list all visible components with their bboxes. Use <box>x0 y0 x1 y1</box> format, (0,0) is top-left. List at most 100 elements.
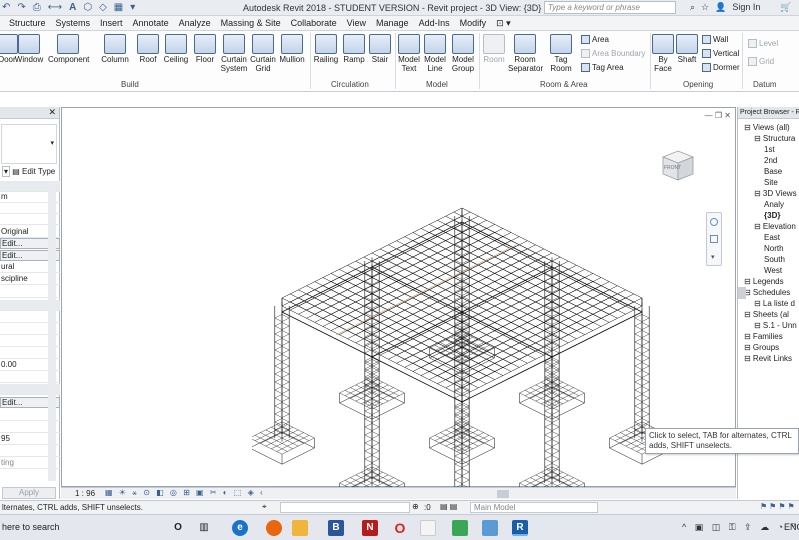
ramp-button[interactable]: Ramp <box>342 34 366 64</box>
binoculars-icon[interactable]: ⌕ <box>690 2 695 13</box>
tab-view[interactable]: View <box>342 16 371 30</box>
tab-systems[interactable]: Systems <box>51 16 96 30</box>
room-separator-button[interactable]: Room Separator <box>508 34 543 73</box>
sign-in-link[interactable]: Sign In <box>732 2 760 13</box>
tab-massing-site[interactable]: Massing & Site <box>216 16 286 30</box>
design-options-icon[interactable]: ▤ ▤ <box>440 502 457 511</box>
filter-dropdown[interactable]: ▾ <box>2 166 11 177</box>
browser-item[interactable]: ⊟ Structura <box>754 134 795 143</box>
help-search-input[interactable]: Type a keyword or phrase <box>544 1 676 14</box>
cortana-icon[interactable]: O <box>170 520 186 536</box>
browser-item[interactable]: ⊟ Families <box>744 332 783 341</box>
wall-opening-button[interactable]: Wall <box>702 35 728 44</box>
cart-icon[interactable]: 🛒 <box>780 2 791 13</box>
properties-scrollbar[interactable] <box>48 181 56 481</box>
edit-type-button[interactable]: Edit Type <box>22 167 55 176</box>
stair-button[interactable]: Stair <box>368 34 392 64</box>
minimize-icon[interactable]: — <box>705 111 713 120</box>
user-icon[interactable]: 👤 <box>715 2 726 13</box>
vertical-opening-button[interactable]: Vertical <box>702 49 739 58</box>
browser-item[interactable]: ⊟ Groups <box>744 343 779 352</box>
print-icon[interactable]: ⎙ <box>33 2 41 13</box>
horizontal-scrollbar[interactable] <box>497 490 509 498</box>
apply-button[interactable]: Apply <box>2 487 56 499</box>
steering-wheel-icon[interactable] <box>710 218 718 226</box>
file-explorer-icon[interactable] <box>292 520 308 536</box>
level-button[interactable]: Level <box>748 39 778 48</box>
browser-item[interactable]: Site <box>764 178 778 187</box>
tab-analyze[interactable]: Analyze <box>174 16 216 30</box>
room-button[interactable]: Room <box>481 34 507 64</box>
firefox-icon[interactable] <box>266 520 282 536</box>
restore-icon[interactable]: ❐ <box>715 111 722 120</box>
zoom-icon[interactable] <box>710 235 718 243</box>
railing-button[interactable]: Railing <box>312 34 340 64</box>
3d-view-icon[interactable]: ⬡ <box>83 2 92 13</box>
model-line-button[interactable]: Model Line <box>423 34 447 73</box>
design-option-selector[interactable]: Main Model <box>470 502 598 513</box>
mullion-button[interactable]: Mullion <box>277 34 307 64</box>
tag-room-button[interactable]: Tag Room <box>548 34 574 73</box>
curtain-grid-button[interactable]: Curtain Grid <box>250 34 276 73</box>
app-icon[interactable] <box>482 520 498 536</box>
photos-icon[interactable] <box>452 520 468 536</box>
text-icon[interactable]: A <box>69 2 76 13</box>
tab-structure[interactable]: Structure <box>4 16 51 30</box>
browser-item[interactable]: ⊟ Views (all) <box>744 123 790 132</box>
tag-area-button[interactable]: Tag Area <box>581 63 624 72</box>
area-boundary-button[interactable]: Area Boundary <box>581 49 645 58</box>
browser-item[interactable]: 2nd <box>764 156 777 165</box>
browser-item[interactable]: ⊟ Legends <box>744 277 784 286</box>
view-control-icons[interactable]: ▦ ☀ ⚹ ⊙ ◧ ◎ ⊞ ▣ ✂ ◐ ⬚ ◈ ‹ <box>105 488 265 498</box>
language-indicator[interactable]: ENG <box>784 522 799 532</box>
ceiling-button[interactable]: Ceiling <box>162 34 190 64</box>
tab-collaborate[interactable]: Collaborate <box>286 16 342 30</box>
browser-scrollbar[interactable] <box>738 287 746 299</box>
measure-icon[interactable]: ⟷ <box>48 2 62 13</box>
model-group-button[interactable]: Model Group <box>449 34 477 73</box>
rebar-structure-3d-model[interactable] <box>252 168 672 488</box>
column-button[interactable]: Column <box>100 34 130 64</box>
window-switch-icon[interactable]: ▦ <box>114 2 123 13</box>
tab-annotate[interactable]: Annotate <box>128 16 174 30</box>
browser-item[interactable]: ⊟ 3D Views <box>754 189 797 198</box>
area-button[interactable]: Area <box>581 35 609 44</box>
shaft-button[interactable]: Shaft <box>676 34 698 64</box>
browser-item[interactable]: ⊟ Revit Links <box>744 354 792 363</box>
drawing-area[interactable]: — ❐ ✕ FRONT ▾ <box>61 107 736 488</box>
grid-button[interactable]: Grid <box>748 57 774 66</box>
redo-icon[interactable]: ↷ <box>17 2 25 13</box>
undo-icon[interactable]: ↶ <box>2 2 10 13</box>
browser-item[interactable]: ⊟ La liste d <box>754 299 795 308</box>
tab-modify[interactable]: Modify <box>455 16 492 30</box>
netflix-icon[interactable]: N <box>362 520 378 536</box>
browser-item[interactable]: ⊟ Elevation <box>754 222 796 231</box>
type-selector[interactable]: ▾ <box>1 124 57 164</box>
system-tray-icons[interactable]: ^ ▣ ◫ ⚿ ⇪ ☁ ◔ ⁰ <box>682 522 798 533</box>
browser-item[interactable]: South <box>764 255 785 264</box>
browser-item[interactable]: ⊟ Schedules <box>744 288 790 297</box>
by-face-button[interactable]: By Face <box>652 34 674 73</box>
star-icon[interactable]: ☆ <box>701 2 709 13</box>
close-icon[interactable]: ✕ <box>724 111 731 120</box>
component-button[interactable]: Component <box>48 34 89 64</box>
edge-icon[interactable]: e <box>232 520 248 536</box>
browser-item[interactable]: {3D} <box>764 211 780 220</box>
dormer-button[interactable]: Dormer <box>702 63 740 72</box>
section-icon[interactable]: ◇ <box>99 2 107 13</box>
browser-item[interactable]: East <box>764 233 780 242</box>
workset-selector[interactable] <box>280 502 410 513</box>
browser-item[interactable]: 1st <box>764 145 775 154</box>
ribbon-minimize-button[interactable]: ⊡ ▾ <box>491 16 516 30</box>
browser-item[interactable]: Analy <box>764 200 784 209</box>
chevron-down-icon[interactable]: ▾ <box>711 253 715 261</box>
task-view-icon[interactable]: ▥ <box>196 520 212 536</box>
close-icon[interactable]: ✕ <box>48 107 56 118</box>
view-scale[interactable]: 1 : 96 <box>75 489 95 498</box>
dropdown-icon[interactable]: ▾ <box>130 2 135 13</box>
browser-item[interactable]: North <box>764 244 784 253</box>
roof-button[interactable]: Roof <box>136 34 160 64</box>
revit-icon[interactable]: R <box>512 520 528 536</box>
browser-item[interactable]: West <box>764 266 782 275</box>
selection-filter-icons[interactable]: ⚑⚑⚑⚑ <box>760 502 797 511</box>
